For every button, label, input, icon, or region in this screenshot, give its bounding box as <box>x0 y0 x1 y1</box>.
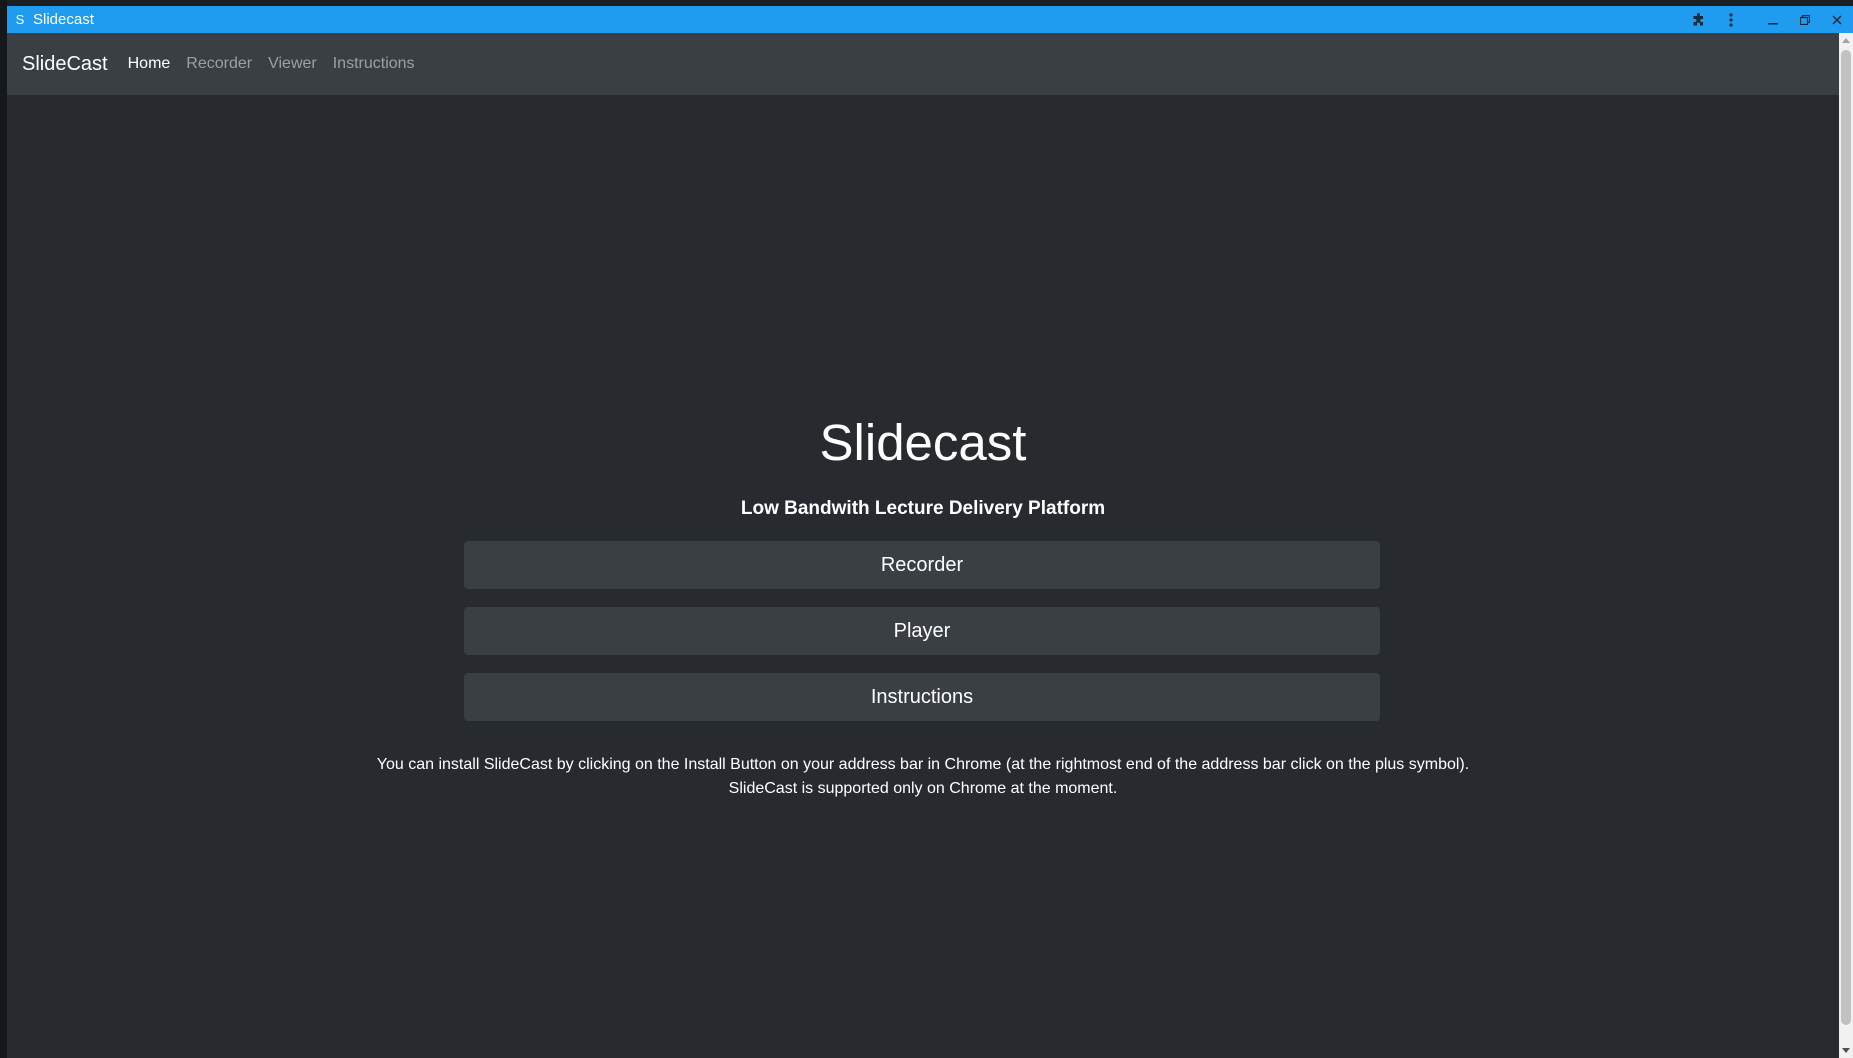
nav-link-home[interactable]: Home <box>120 55 179 73</box>
menu-button[interactable] <box>1715 6 1747 33</box>
window-title: Slidecast <box>33 11 94 28</box>
install-note-line-1: You can install SlideCast by clicking on… <box>376 756 1470 773</box>
nav-links: Home Recorder Viewer Instructions <box>120 55 423 73</box>
recorder-button[interactable]: Recorder <box>464 541 1380 589</box>
instructions-button[interactable]: Instructions <box>464 673 1380 721</box>
extensions-button[interactable] <box>1683 6 1715 33</box>
install-note: You can install SlideCast by clicking on… <box>7 753 1839 801</box>
scroll-thumb[interactable] <box>1841 50 1851 1025</box>
page-title: Slidecast <box>819 414 1027 471</box>
restore-icon <box>1800 14 1810 25</box>
close-icon <box>1832 14 1842 25</box>
titlebar-controls <box>1683 6 1853 33</box>
puzzle-icon <box>1693 12 1703 25</box>
player-button[interactable]: Player <box>464 607 1380 655</box>
minimize-icon <box>1768 22 1778 24</box>
vertical-scrollbar[interactable] <box>1839 33 1853 1058</box>
kebab-menu-icon <box>1729 12 1733 27</box>
nav-link-recorder[interactable]: Recorder <box>178 55 260 73</box>
main-content: Slidecast Low Bandwith Lecture Delivery … <box>7 95 1839 1058</box>
restore-button[interactable] <box>1789 6 1821 33</box>
minimize-button[interactable] <box>1757 6 1789 33</box>
navbar: SlideCast Home Recorder Viewer Instructi… <box>7 33 1839 95</box>
scroll-down-arrow-icon[interactable] <box>1842 1048 1850 1053</box>
app-window: S Slidecast SlideCast Home Recorder View… <box>7 6 1853 1058</box>
app-icon: S <box>15 11 25 27</box>
nav-link-instructions[interactable]: Instructions <box>325 55 423 73</box>
nav-link-viewer[interactable]: Viewer <box>260 55 325 73</box>
close-button[interactable] <box>1821 6 1853 33</box>
navbar-brand[interactable]: SlideCast <box>22 53 108 76</box>
page-subtitle: Low Bandwith Lecture Delivery Platform <box>740 498 1106 519</box>
title-bar: S Slidecast <box>7 6 1853 33</box>
scroll-up-arrow-icon[interactable] <box>1842 38 1850 43</box>
desktop-edge <box>0 0 7 1058</box>
install-note-line-2: SlideCast is supported only on Chrome at… <box>728 780 1118 797</box>
